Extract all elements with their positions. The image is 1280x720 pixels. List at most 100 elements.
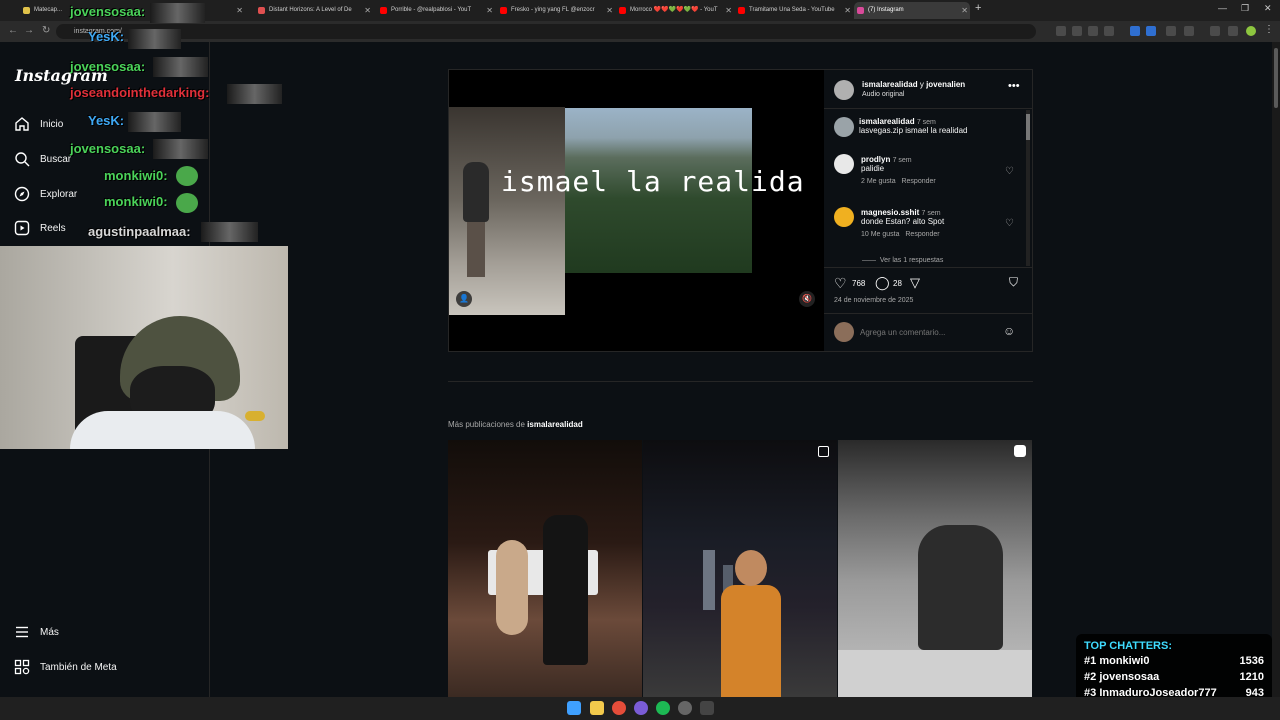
browser-tab[interactable]: Tramitame Una Seda - YouTube ✕ xyxy=(735,2,853,19)
like-icon[interactable]: ♡ xyxy=(834,275,847,292)
menu-icon xyxy=(16,626,28,638)
reply-button[interactable]: Responder xyxy=(905,231,939,238)
chat-user: jovensosaa: xyxy=(70,4,146,19)
post-thumbnail[interactable] xyxy=(448,440,642,697)
mute-icon[interactable]: 🔇 xyxy=(799,291,815,307)
chat-user: joseandointhedarking: xyxy=(70,85,210,100)
chat-message: monkiwi0: xyxy=(104,194,168,209)
sidebar-item-label: Reels xyxy=(40,222,66,234)
sidebar-item-reels[interactable]: Reels xyxy=(14,216,66,240)
avatar[interactable] xyxy=(834,154,854,174)
obs-icon[interactable] xyxy=(678,701,692,715)
chat-emote xyxy=(201,222,258,242)
extensions-icon[interactable] xyxy=(1184,26,1194,36)
chatter-rank: #1 xyxy=(1084,655,1097,667)
avatar[interactable] xyxy=(834,117,854,137)
close-icon[interactable]: ✕ xyxy=(486,2,493,19)
comment-user[interactable]: prodlyn xyxy=(861,155,890,164)
minimize-icon[interactable]: — xyxy=(1218,3,1227,13)
sidepanel-icon[interactable] xyxy=(1166,26,1176,36)
sidebar-item-explorar[interactable]: Explorar xyxy=(14,182,77,206)
sidebar-item-tambien-de-meta[interactable]: También de Meta xyxy=(14,655,117,679)
chatter-count: 1536 xyxy=(1239,655,1264,667)
author-link[interactable]: ismalarealidad xyxy=(862,80,918,89)
reel-video[interactable]: ismael la realida 👤 🔇 xyxy=(449,70,824,351)
post-thumbnail[interactable] xyxy=(838,440,1032,697)
new-tab-icon[interactable]: + xyxy=(975,2,981,14)
comment-time: 7 sem xyxy=(921,210,941,217)
avatar[interactable] xyxy=(1246,26,1256,36)
download-icon[interactable] xyxy=(1210,26,1220,36)
comment-likes[interactable]: 2 Me gusta xyxy=(861,178,896,185)
emoji-icon[interactable]: ☺ xyxy=(1003,324,1015,338)
tab-label: Fresko - ying yang FL @enzocr xyxy=(511,7,595,13)
file-explorer-icon[interactable] xyxy=(590,701,604,715)
video-frame-street xyxy=(449,107,565,315)
discord-icon[interactable] xyxy=(634,701,648,715)
caption-user[interactable]: ismalarealidad xyxy=(859,117,915,126)
sidebar-item-mas[interactable]: Más xyxy=(14,620,59,644)
close-window-icon[interactable]: ✕ xyxy=(1264,3,1272,14)
browser-tab-active[interactable]: (7) Instagram ✕ xyxy=(854,2,970,19)
tab-label: (7) Instagram xyxy=(868,7,904,13)
tagged-user-icon[interactable]: 👤 xyxy=(456,291,472,307)
kebab-menu-icon[interactable]: ⋮ xyxy=(1264,24,1274,35)
bookmark-icon[interactable]: ⛉ xyxy=(1009,275,1018,290)
tab-favicon-icon xyxy=(738,7,745,14)
close-icon[interactable]: ✕ xyxy=(961,2,968,19)
comment-user[interactable]: magnesio.sshit xyxy=(861,208,919,217)
comment-count: 28 xyxy=(893,279,902,288)
browser-tab[interactable]: Porrible - @realpablosi - YouT ✕ xyxy=(377,2,495,19)
pepe-emote-icon xyxy=(176,193,198,213)
post-date: 24 de noviembre de 2025 xyxy=(834,297,914,304)
chrome-icon[interactable] xyxy=(612,701,626,715)
app-icon[interactable] xyxy=(700,701,714,715)
chat-user: YesK: xyxy=(88,113,125,128)
close-icon[interactable]: ✕ xyxy=(844,2,851,19)
reload-icon[interactable]: ↻ xyxy=(42,25,50,36)
browser-tab[interactable]: Distant Horizons: A Level of De ✕ xyxy=(255,2,373,19)
audio-link[interactable]: Audio original xyxy=(862,91,904,98)
more-posts-user[interactable]: ismalarealidad xyxy=(527,420,583,429)
tab-favicon-icon xyxy=(500,7,507,14)
url-field[interactable]: instagram.com/ xyxy=(56,24,1036,39)
profile-icon[interactable] xyxy=(1228,26,1238,36)
post-thumbnail[interactable] xyxy=(643,440,837,697)
extension-icon[interactable] xyxy=(1130,26,1140,36)
star-icon[interactable] xyxy=(1104,26,1114,36)
close-icon[interactable]: ✕ xyxy=(236,2,243,19)
avatar[interactable] xyxy=(834,80,854,100)
extension-icon[interactable] xyxy=(1056,26,1066,36)
sidebar-item-inicio[interactable]: Inicio xyxy=(14,112,63,136)
close-icon[interactable]: ✕ xyxy=(725,2,732,19)
heart-icon[interactable]: ♡ xyxy=(1005,166,1014,177)
sidebar-item-buscar[interactable]: Buscar xyxy=(14,147,71,171)
more-options-icon[interactable]: ••• xyxy=(1008,80,1020,92)
close-icon[interactable]: ✕ xyxy=(606,2,613,19)
comment-input[interactable] xyxy=(860,324,1000,340)
back-icon[interactable]: ← xyxy=(8,25,18,36)
browser-tab[interactable]: Fresko - ying yang FL @enzocr ✕ xyxy=(497,2,615,19)
close-icon[interactable]: ✕ xyxy=(364,2,371,19)
divider xyxy=(824,267,1032,268)
forward-icon[interactable]: → xyxy=(24,25,34,36)
reply-button[interactable]: Responder xyxy=(901,178,935,185)
comment-icon[interactable]: ◯ xyxy=(875,275,890,291)
extension-icon[interactable] xyxy=(1146,26,1156,36)
start-icon[interactable] xyxy=(567,701,581,715)
eye-icon[interactable] xyxy=(1088,26,1098,36)
chatter-rank: #2 xyxy=(1084,671,1097,683)
zoom-icon[interactable] xyxy=(1072,26,1082,36)
spotify-icon[interactable] xyxy=(656,701,670,715)
reel-icon xyxy=(1014,445,1026,457)
share-icon[interactable]: ▽ xyxy=(910,275,920,291)
comments-scrollbar[interactable] xyxy=(1026,110,1030,266)
maximize-icon[interactable]: ❐ xyxy=(1241,3,1249,14)
comment-likes[interactable]: 10 Me gusta xyxy=(861,231,900,238)
coauthor-link[interactable]: jovenalien xyxy=(926,80,965,89)
view-replies-link[interactable]: —— Ver las 1 respuestas xyxy=(862,257,943,264)
heart-icon[interactable]: ♡ xyxy=(1005,218,1014,229)
page-scrollbar[interactable] xyxy=(1272,42,1280,697)
browser-tab[interactable]: Morroco ❤️❤️💚❤️💚❤️ - YouT ✕ xyxy=(616,2,734,19)
avatar[interactable] xyxy=(834,207,854,227)
